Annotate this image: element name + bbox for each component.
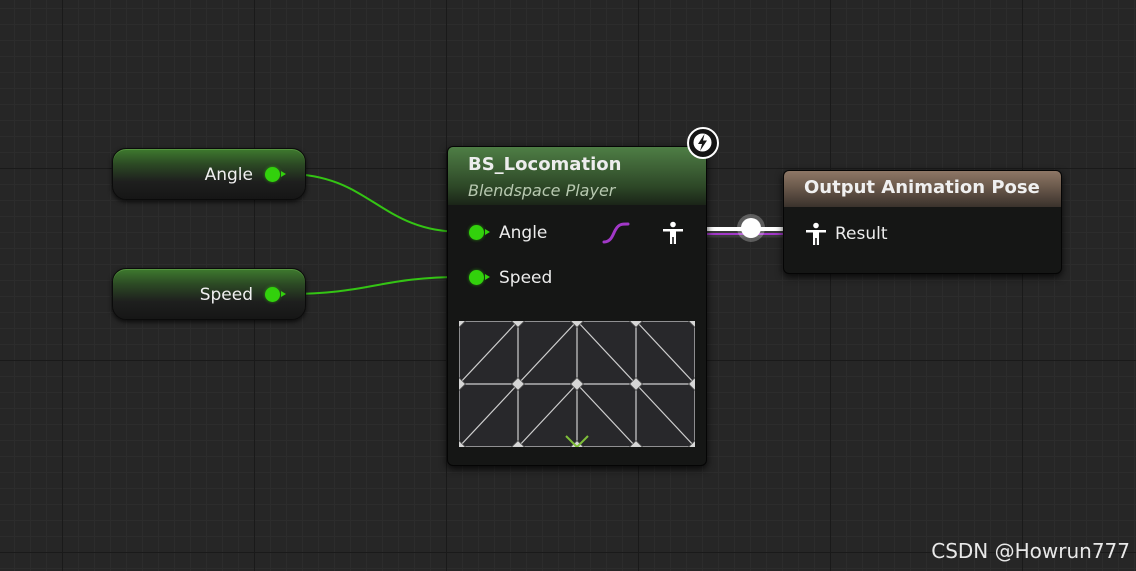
wire-glow-dot: [737, 214, 765, 242]
blendspace-player-node[interactable]: BS_Locomation Blendspace Player Angle Sp…: [447, 127, 719, 466]
grid-edge: [458, 320, 519, 385]
node-title: Output Animation Pose: [804, 177, 1040, 198]
variable-label: Angle: [204, 165, 253, 185]
angle-input-label: Angle: [499, 223, 548, 243]
grid-sample-point[interactable]: [688, 314, 702, 328]
grid-sample-point[interactable]: [452, 314, 466, 328]
blendspace-grid-preview[interactable]: [452, 314, 702, 459]
node-header: Output Animation Pose: [784, 171, 1061, 207]
variable-node-angle[interactable]: Angle: [112, 148, 306, 200]
watermark: CSDN @Howrun777: [931, 539, 1130, 563]
node-subtitle: Blendspace Player: [468, 181, 616, 200]
grid-edge: [635, 320, 696, 385]
speed-input-label: Speed: [499, 268, 553, 288]
grid-edge: [517, 320, 578, 385]
result-label: Result: [835, 224, 888, 244]
speed-output-pin[interactable]: [265, 287, 286, 302]
lightning-icon: [687, 127, 719, 159]
output-animation-pose-node[interactable]: Output Animation Pose Result: [783, 170, 1062, 274]
grid-edge: [635, 383, 696, 448]
node-title: BS_Locomation: [468, 154, 622, 175]
grid-sample-point[interactable]: [688, 377, 702, 391]
grid-sample-point[interactable]: [452, 377, 466, 391]
blendspace-grid: [452, 314, 702, 459]
curve-icon: [602, 222, 630, 244]
speed-input-pin[interactable]: [469, 270, 490, 285]
node-header: BS_Locomation Blendspace Player: [448, 147, 706, 205]
angle-input-pin[interactable]: [469, 225, 490, 240]
wire-speed[interactable]: [286, 276, 463, 295]
grid-edge: [458, 383, 519, 448]
variable-label: Speed: [199, 285, 253, 305]
wire-angle[interactable]: [286, 173, 463, 233]
angle-output-pin[interactable]: [265, 167, 286, 182]
grid-edge: [576, 320, 637, 385]
wire-dot: [741, 218, 761, 238]
variable-node-speed[interactable]: Speed: [112, 268, 306, 320]
pose-output-pin-icon[interactable]: [661, 221, 685, 245]
pose-input-pin-icon[interactable]: [804, 222, 828, 246]
